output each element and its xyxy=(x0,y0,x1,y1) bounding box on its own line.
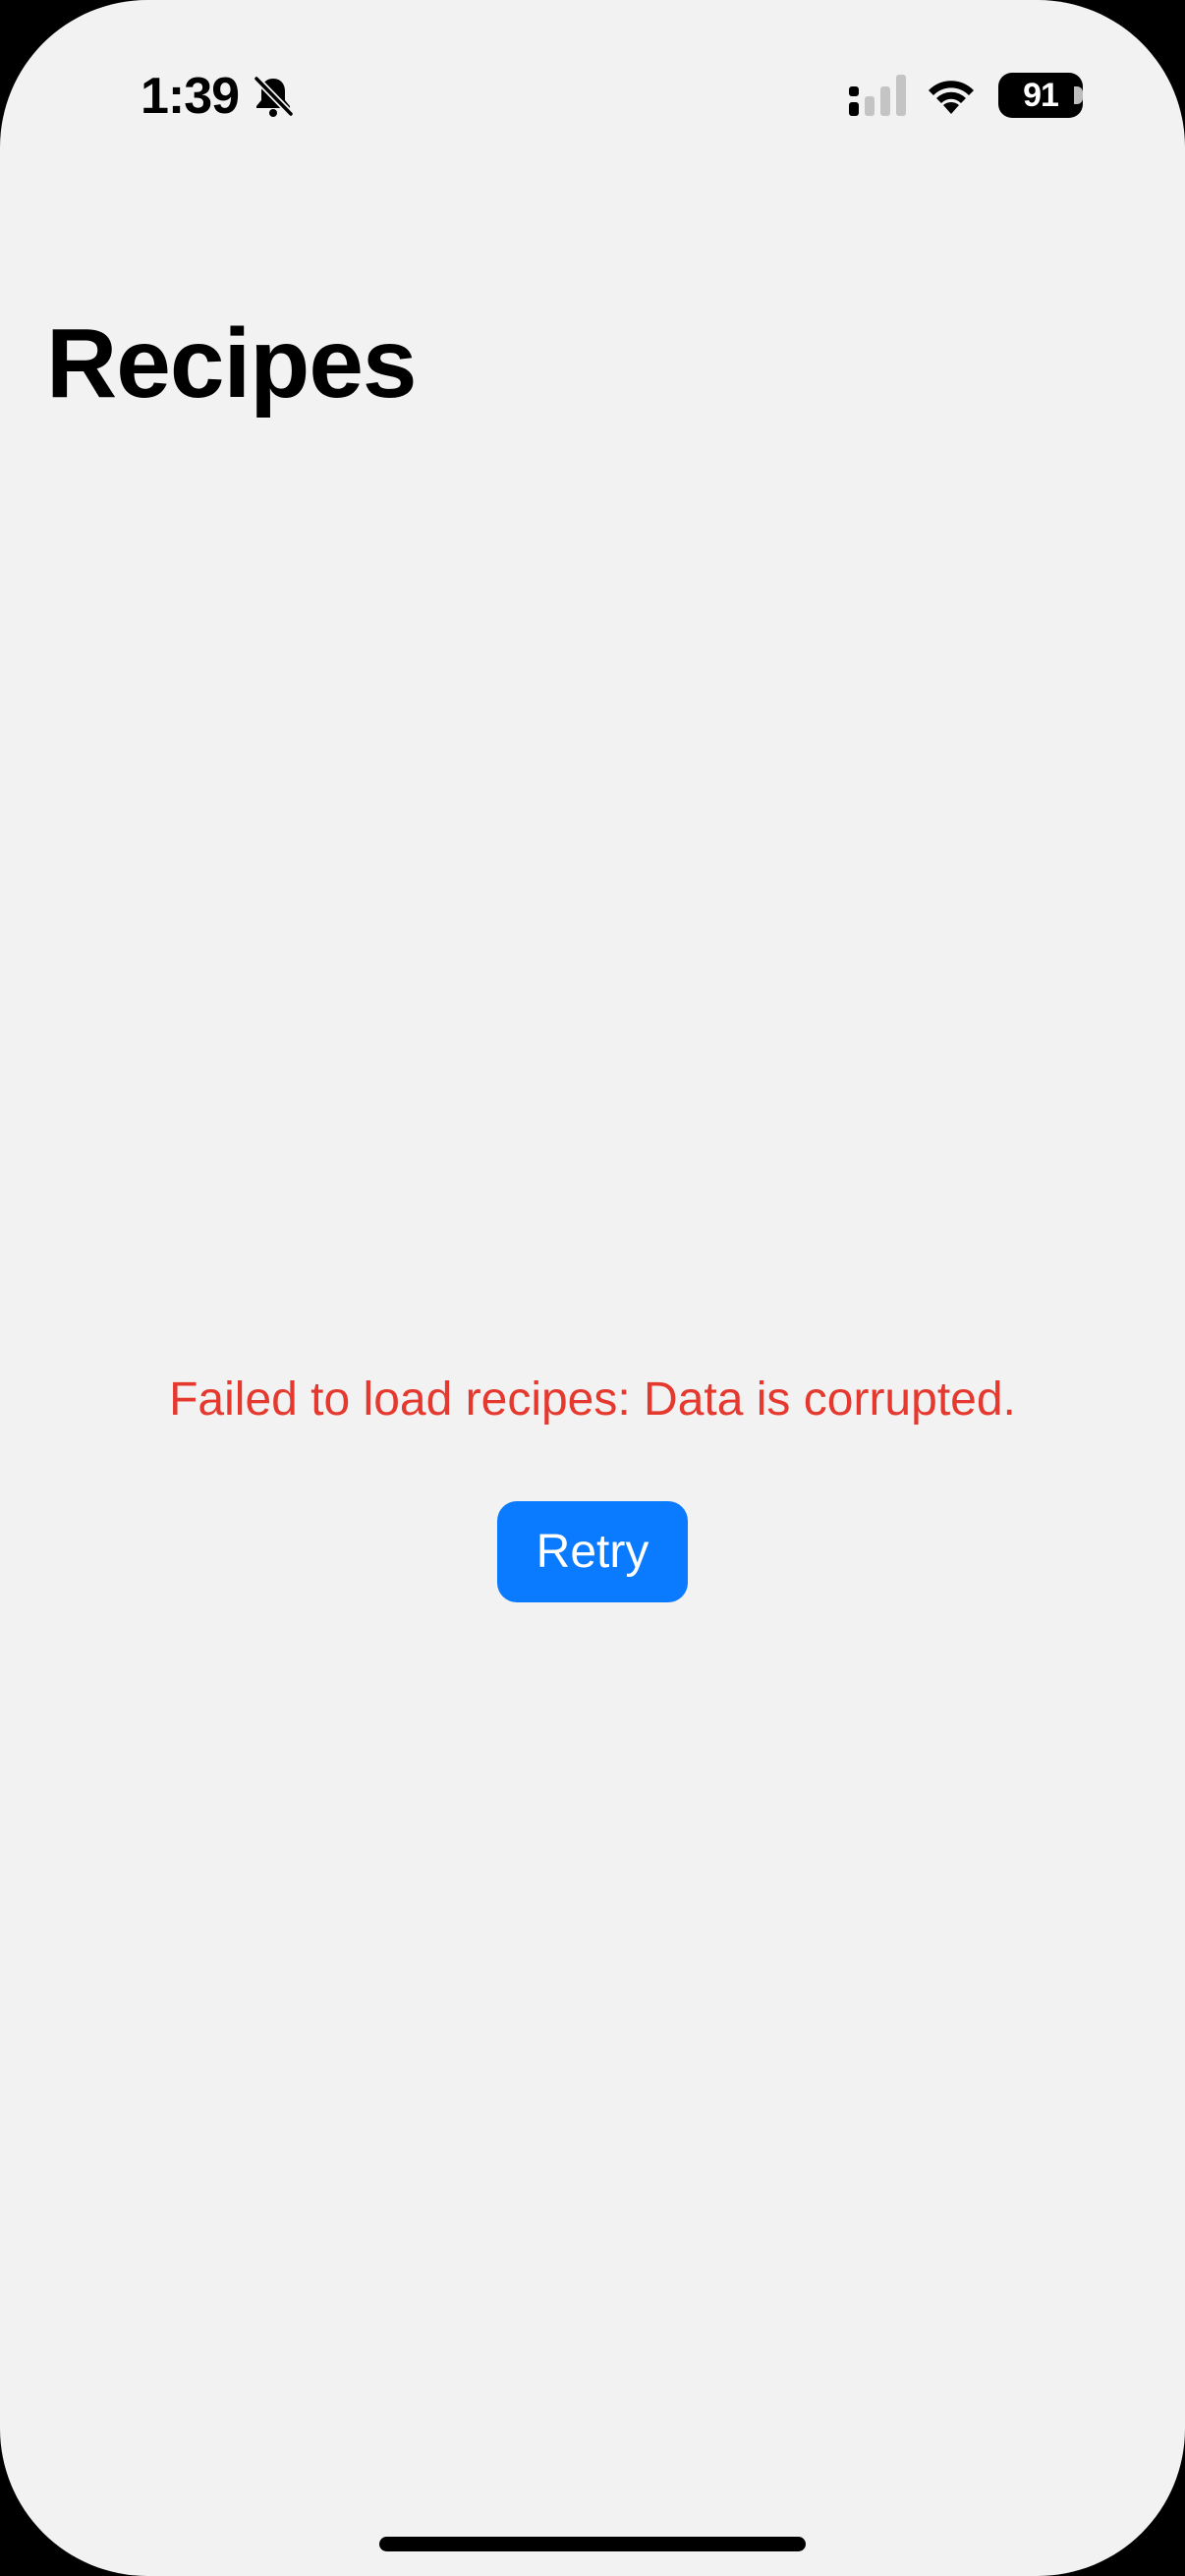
page-title: Recipes xyxy=(46,308,418,419)
status-time: 1:39 xyxy=(141,68,240,125)
error-message: Failed to load recipes: Data is corrupte… xyxy=(169,1373,1016,1426)
battery-cap xyxy=(1074,86,1083,104)
home-indicator[interactable] xyxy=(379,2537,806,2551)
battery-level: 91 xyxy=(1023,77,1059,114)
battery-icon: 91 xyxy=(998,73,1083,118)
cellular-signal-icon xyxy=(849,75,906,116)
wifi-icon xyxy=(929,81,974,114)
retry-button[interactable]: Retry xyxy=(497,1501,688,1602)
bell-slash-icon xyxy=(253,75,295,118)
app-screen: 1:39 91 Recipes Failed to load recipes: … xyxy=(0,0,1185,2576)
